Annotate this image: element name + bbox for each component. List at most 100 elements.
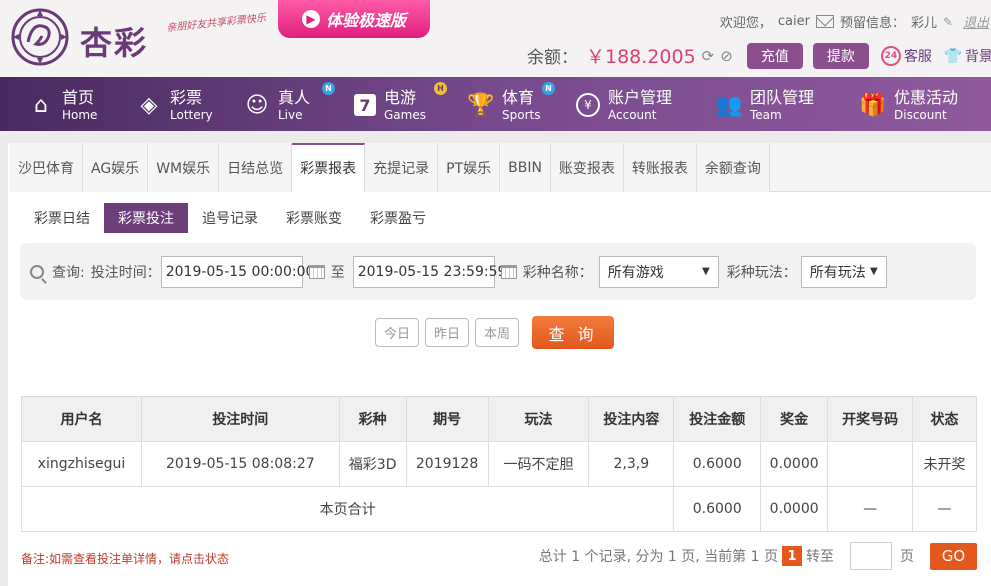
nav-label: 真人 xyxy=(278,87,311,107)
tab-balance-query[interactable]: 余额查询 xyxy=(696,143,770,192)
tab-ag[interactable]: AG娱乐 xyxy=(83,143,149,192)
column-header: 彩种 xyxy=(338,396,407,442)
calendar-icon[interactable] xyxy=(500,264,517,279)
cell-lottery-type: 福彩3D xyxy=(338,441,407,487)
start-time-input[interactable]: 2019-05-15 00:00:00 xyxy=(160,255,314,288)
speed-version-label: 体验极速版 xyxy=(325,11,406,30)
tab-wm[interactable]: WM娱乐 xyxy=(148,143,220,192)
home-icon: ⌂ xyxy=(34,92,48,118)
nav-lottery[interactable]: ◈ 彩票 Lottery xyxy=(136,85,213,125)
nav-account[interactable]: ¥ 账户管理 Account xyxy=(576,85,672,125)
subtab-lottery-bets[interactable]: 彩票投注 xyxy=(104,203,188,233)
username: caier xyxy=(777,14,810,29)
game-select[interactable]: 所有游戏 ▼ xyxy=(598,255,719,288)
total-bonus: 0.0000 xyxy=(760,486,829,532)
subtab-lottery-profit[interactable]: 彩票盈亏 xyxy=(356,203,440,233)
status-link[interactable]: 未开奖 xyxy=(912,441,977,487)
balance-label: 余额： xyxy=(527,48,578,68)
subtab-lottery-daily[interactable]: 彩票日结 xyxy=(20,203,104,233)
speed-icon: ▶ xyxy=(301,10,320,28)
deposit-button[interactable]: 充值 xyxy=(746,42,803,69)
go-button[interactable]: GO xyxy=(930,542,977,570)
nav-home[interactable]: ⌂ 首页 Home xyxy=(28,85,97,125)
subtab-chase-records[interactable]: 追号记录 xyxy=(188,203,272,233)
pagination: 总计 1 个记录, 分为 1 页, 当前第 1 页 1 转至 页 GO xyxy=(539,542,977,570)
play-label: 彩种玩法： xyxy=(726,264,797,281)
refresh-icon[interactable]: ⟳ xyxy=(702,47,715,65)
column-header: 期号 xyxy=(405,396,489,442)
tab-bbin[interactable]: BBIN xyxy=(500,143,551,192)
cell-play: 一码不定胆 xyxy=(487,441,590,487)
hide-balance-icon[interactable]: ⊘ xyxy=(720,47,733,65)
table-header-row: 用户名 投注时间 彩种 期号 玩法 投注内容 投注金额 奖金 开奖号码 状态 xyxy=(21,396,977,442)
game-select-value: 所有游戏 xyxy=(607,264,664,281)
nav-sublabel: Lottery xyxy=(170,107,213,122)
today-button[interactable]: 今日 xyxy=(375,318,419,347)
cell-bonus: 0.0000 xyxy=(760,441,829,487)
hot-badge: H xyxy=(434,82,447,95)
total-draw: — xyxy=(827,486,914,532)
calendar-icon[interactable] xyxy=(308,264,325,279)
content-panel: 沙巴体育 AG娱乐 WM娱乐 日结总览 彩票报表 充提记录 PT娱乐 BBIN … xyxy=(8,143,991,586)
query-button[interactable]: 查 询 xyxy=(532,316,614,349)
play-select-value: 所有玩法 xyxy=(809,264,866,281)
trophy-icon: 🏆 xyxy=(467,92,495,118)
logout-link[interactable]: 退出 xyxy=(963,12,989,31)
this-week-button[interactable]: 本周 xyxy=(475,318,519,347)
play-select[interactable]: 所有玩法 ▼ xyxy=(800,255,887,288)
footer-note: 备注:如需查看投注单详情，请点击状态 xyxy=(21,552,230,566)
tab-daily-overview[interactable]: 日结总览 xyxy=(219,143,293,192)
new-badge: N xyxy=(542,82,555,95)
current-page[interactable]: 1 xyxy=(782,546,802,566)
total-amount: 0.6000 xyxy=(673,486,762,532)
brand-name: 杏彩 xyxy=(80,24,149,62)
live-icon: ☺ xyxy=(245,92,269,118)
column-header: 投注内容 xyxy=(588,396,675,442)
quick-date-buttons: 今日 昨日 本周 xyxy=(375,318,519,347)
nav-sublabel: Account xyxy=(608,107,657,122)
mail-icon[interactable] xyxy=(815,15,834,28)
cell-username: xingzhisegui xyxy=(21,441,142,487)
column-header: 投注金额 xyxy=(673,396,762,442)
speed-version-button[interactable]: ▶ 体验极速版 xyxy=(278,0,430,38)
nav-label: 首页 xyxy=(62,87,95,107)
column-header: 玩法 xyxy=(487,396,590,442)
total-row: 本页合计 0.6000 0.0000 — — xyxy=(20,486,977,532)
pager-summary: 总计 1 个记录, 分为 1 页, 当前第 1 页 xyxy=(538,549,778,565)
notice-label: 预留信息： xyxy=(839,16,905,31)
nav-team[interactable]: 👥 团队管理 Team xyxy=(715,85,814,125)
games-icon: 7 xyxy=(354,94,376,116)
sub-tabs: 彩票日结 彩票投注 追号记录 彩票账变 彩票盈亏 xyxy=(20,203,440,233)
nav-sublabel: Live xyxy=(278,107,303,122)
nav-sports[interactable]: 🏆 体育 Sports N xyxy=(467,82,555,125)
bets-table: 用户名 投注时间 彩种 期号 玩法 投注内容 投注金额 奖金 开奖号码 状态 x… xyxy=(20,396,977,532)
tab-deposit-withdraw[interactable]: 充提记录 xyxy=(365,143,439,192)
withdraw-button[interactable]: 提款 xyxy=(812,42,869,69)
gift-icon: 🎁 xyxy=(859,92,887,118)
notice-value: 彩儿 xyxy=(910,16,937,31)
search-icon xyxy=(30,264,44,279)
page-input[interactable] xyxy=(850,542,892,570)
subtab-lottery-changes[interactable]: 彩票账变 xyxy=(272,203,356,233)
time-label: 投注时间： xyxy=(90,264,161,281)
nav-discount[interactable]: 🎁 优惠活动 Discount xyxy=(859,85,958,125)
edit-icon[interactable]: ✎ xyxy=(943,15,957,29)
cell-bet-time: 2019-05-15 08:08:27 xyxy=(140,441,340,487)
end-time-input[interactable]: 2019-05-15 23:59:59 xyxy=(352,255,506,288)
yesterday-button[interactable]: 昨日 xyxy=(425,318,469,347)
nav-games[interactable]: 7 电游 Games H xyxy=(354,82,447,125)
page-unit-label: 页 xyxy=(900,549,914,565)
team-icon: 👥 xyxy=(715,92,743,118)
tab-account-changes[interactable]: 账变报表 xyxy=(550,143,624,192)
column-header: 用户名 xyxy=(21,396,142,442)
nav-label: 彩票 xyxy=(170,87,203,107)
cell-issue: 2019128 xyxy=(405,441,489,487)
tab-lottery-report[interactable]: 彩票报表 xyxy=(292,143,366,192)
nav-live[interactable]: ☺ 真人 Live N xyxy=(244,82,335,125)
brand-logo-icon[interactable] xyxy=(10,6,70,68)
customer-service-link[interactable]: 24 客服 xyxy=(880,45,932,66)
tab-transfer-report[interactable]: 转账报表 xyxy=(623,143,697,192)
tab-pt[interactable]: PT娱乐 xyxy=(438,143,501,192)
background-link[interactable]: 👕 背景 xyxy=(944,46,991,66)
tab-saba-sports[interactable]: 沙巴体育 xyxy=(10,143,83,192)
